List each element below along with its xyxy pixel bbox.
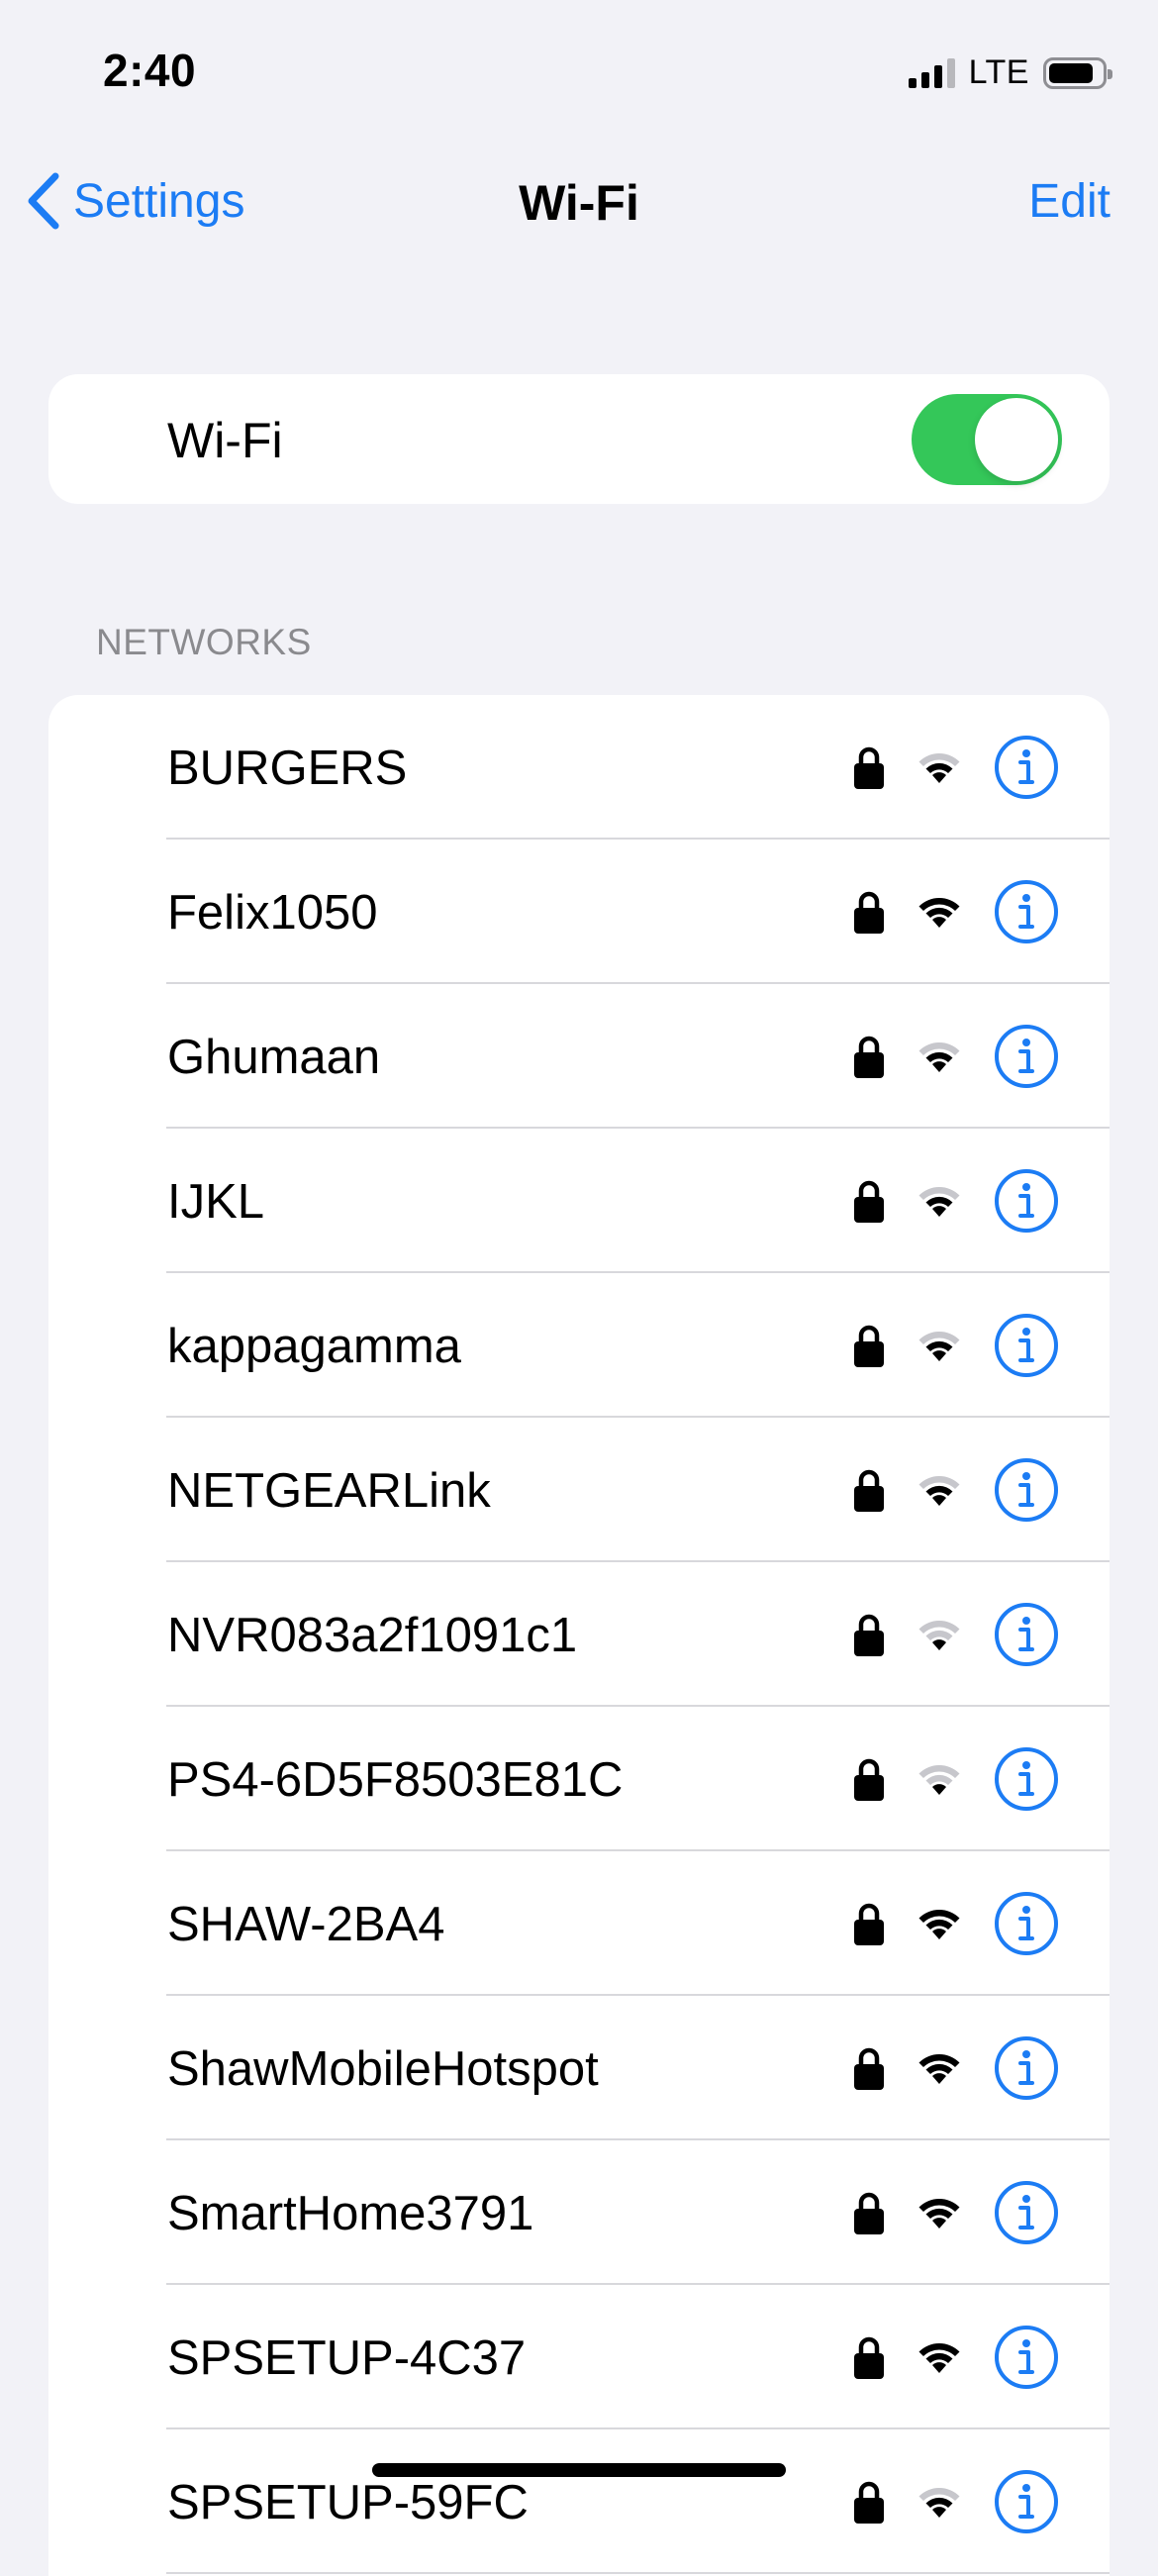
info-icon[interactable]	[994, 1313, 1059, 1378]
info-icon[interactable]	[994, 2035, 1059, 2101]
info-icon[interactable]	[994, 1457, 1059, 1523]
info-icon[interactable]	[994, 2180, 1059, 2245]
wifi-toggle-switch[interactable]	[912, 394, 1062, 485]
edit-button[interactable]: Edit	[1028, 174, 1110, 229]
network-row[interactable]: SPSETUP-4C37	[48, 2285, 1110, 2429]
lock-icon	[854, 1614, 884, 1656]
info-icon[interactable]	[994, 1746, 1059, 1812]
home-indicator[interactable]	[372, 2463, 786, 2477]
lock-icon	[854, 1758, 884, 1801]
lock-icon	[854, 746, 884, 789]
info-icon[interactable]	[994, 735, 1059, 800]
info-icon[interactable]	[994, 2469, 1059, 2534]
network-row[interactable]: BURGERS	[48, 695, 1110, 840]
wifi-signal-icon	[918, 753, 960, 783]
wifi-signal-icon	[918, 1621, 960, 1650]
network-row[interactable]: SPSETUP-59FC	[48, 2429, 1110, 2574]
battery-level	[1049, 62, 1094, 83]
info-icon[interactable]	[994, 879, 1059, 944]
network-row[interactable]: NVR083a2f1091c1	[48, 1562, 1110, 1707]
network-name: IJKL	[167, 1175, 265, 1229]
network-row[interactable]: PS4-6D5F8503E81C	[48, 1707, 1110, 1851]
lock-icon	[854, 2481, 884, 2524]
info-icon[interactable]	[994, 1168, 1059, 1234]
network-name: Ghumaan	[167, 1031, 381, 1084]
page-title: Wi-Fi	[519, 175, 639, 231]
wifi-signal-icon	[918, 1187, 960, 1217]
network-row[interactable]: IJKL	[48, 1129, 1110, 1273]
network-name: kappagamma	[167, 1320, 461, 1373]
status-time: 2:40	[103, 45, 197, 96]
lock-icon	[854, 1180, 884, 1223]
network-name: PS4-6D5F8503E81C	[167, 1753, 624, 1807]
network-row[interactable]: NETGEARLink	[48, 1418, 1110, 1562]
network-row[interactable]: SmartHome3791	[48, 2140, 1110, 2285]
status-indicators: LTE	[908, 53, 1112, 92]
wifi-signal-icon	[918, 1332, 960, 1361]
network-name: NETGEARLink	[167, 1464, 491, 1518]
lock-icon	[854, 2336, 884, 2379]
network-name: ShawMobileHotspot	[167, 2042, 599, 2096]
lock-icon	[854, 2192, 884, 2234]
info-icon[interactable]	[994, 1024, 1059, 1089]
lock-icon	[854, 891, 884, 934]
wifi-signal-icon	[918, 2343, 960, 2373]
network-type-label: LTE	[968, 53, 1029, 91]
info-icon[interactable]	[994, 2325, 1059, 2390]
network-name: SHAW-2BA4	[167, 1898, 445, 1951]
networks-section-header: NETWORKS	[96, 622, 312, 662]
lock-icon	[854, 1469, 884, 1512]
network-name: Felix1050	[167, 886, 378, 940]
wifi-signal-icon	[918, 2199, 960, 2229]
network-name: NVR083a2f1091c1	[167, 1609, 578, 1662]
info-icon[interactable]	[994, 1602, 1059, 1667]
network-row[interactable]: kappagamma	[48, 1273, 1110, 1418]
wifi-signal-icon	[918, 898, 960, 928]
lock-icon	[854, 1036, 884, 1078]
network-name: SmartHome3791	[167, 2187, 534, 2240]
network-row[interactable]: Ghumaan	[48, 984, 1110, 1129]
wifi-toggle-card: Wi-Fi	[48, 374, 1110, 504]
battery-icon	[1043, 56, 1112, 89]
info-icon[interactable]	[994, 1891, 1059, 1956]
wifi-signal-icon	[918, 1042, 960, 1072]
lock-icon	[854, 1325, 884, 1367]
network-row[interactable]: ShawMobileHotspot	[48, 1996, 1110, 2140]
switch-knob	[975, 398, 1058, 481]
wifi-signal-icon	[918, 2054, 960, 2084]
navigation-bar: Settings Wi-Fi Edit	[0, 149, 1158, 262]
wifi-toggle-label: Wi-Fi	[167, 413, 283, 468]
cellular-signal-icon	[908, 57, 955, 88]
wifi-signal-icon	[918, 1910, 960, 1939]
network-name: SPSETUP-4C37	[167, 2331, 527, 2385]
lock-icon	[854, 2047, 884, 2090]
status-bar: 2:40 LTE	[0, 0, 1158, 149]
network-name: BURGERS	[167, 742, 408, 795]
networks-list: BURGERS Felix1050 Ghumaan IJKL kappagamma NET…	[48, 695, 1110, 2576]
lock-icon	[854, 1903, 884, 1945]
network-name: SPSETUP-59FC	[167, 2476, 529, 2529]
wifi-signal-icon	[918, 2488, 960, 2518]
network-row[interactable]: SHAW-2BA4	[48, 1851, 1110, 1996]
network-row[interactable]: Felix1050	[48, 840, 1110, 984]
wifi-signal-icon	[918, 1476, 960, 1506]
wifi-signal-icon	[918, 1765, 960, 1795]
